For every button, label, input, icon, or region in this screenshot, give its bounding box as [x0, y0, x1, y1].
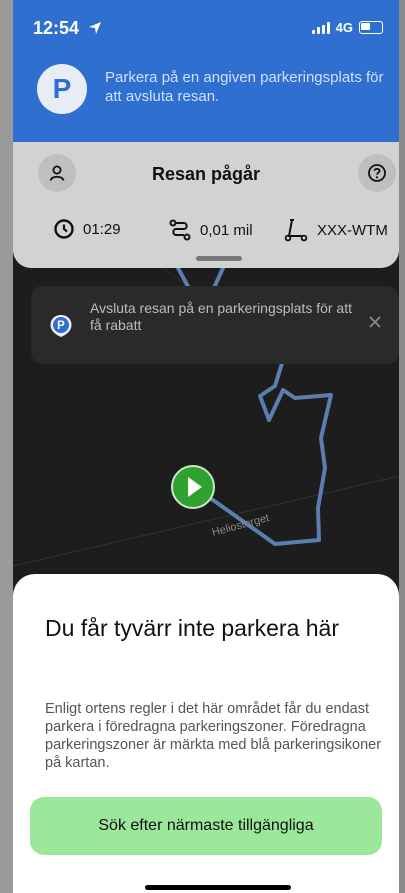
banner-text: Parkera på en angiven parkeringsplats fö… — [105, 69, 384, 105]
question-icon — [368, 164, 386, 182]
find-nearest-button[interactable]: Sök efter närmaste tillgängliga — [30, 797, 382, 855]
parking-p-icon: P — [37, 64, 87, 114]
battery-icon — [359, 21, 383, 34]
trip-vehicle: XXX-WTM — [283, 218, 388, 242]
svg-text:P: P — [57, 320, 65, 332]
status-time: 12:54 — [33, 18, 102, 39]
close-icon[interactable] — [367, 314, 383, 330]
trip-stats: 01:29 0,01 mil XXX-WTM — [13, 218, 399, 246]
trip-duration: 01:29 — [53, 218, 121, 240]
trip-card: Resan pågår 01:29 0,01 mil XXX-WTM — [13, 142, 399, 268]
clock-icon — [54, 219, 74, 239]
rebate-toast: P Avsluta resan på en parkeringsplats fö… — [31, 286, 399, 364]
background-right-edge — [399, 0, 405, 893]
home-indicator — [145, 885, 291, 890]
start-marker[interactable] — [171, 465, 215, 509]
location-arrow-icon — [89, 22, 102, 34]
network-label: 4G — [335, 20, 353, 35]
trip-distance: 0,01 mil — [168, 218, 253, 242]
signal-icon — [311, 21, 330, 34]
phone-screen: 12:54 4G P Parkera på en angiven parkeri… — [13, 0, 399, 893]
route-icon — [169, 219, 191, 241]
parking-pin-icon: P — [50, 315, 72, 337]
sheet-title: Du får tyvärr inte parkera här — [45, 615, 340, 641]
toast-text: Avsluta resan på en parkeringsplats för … — [90, 300, 353, 333]
scooter-icon — [284, 219, 308, 242]
background-left-edge — [0, 0, 13, 893]
help-button[interactable] — [358, 154, 396, 192]
status-bar: 12:54 4G — [13, 0, 399, 56]
sheet-body: Enligt ortens regler i det här området f… — [45, 701, 382, 771]
drag-handle[interactable] — [196, 256, 242, 261]
parking-error-sheet: Du får tyvärr inte parkera här Enligt or… — [13, 574, 399, 893]
status-indicators: 4G — [311, 20, 383, 35]
parking-banner: P Parkera på en angiven parkeringsplats … — [13, 56, 399, 142]
trip-title: Resan pågår — [151, 164, 261, 184]
